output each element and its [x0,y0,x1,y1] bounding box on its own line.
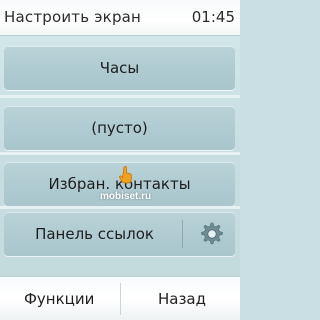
page-title: Настроить экран [4,8,142,26]
divider [0,206,240,209]
menu-item-label: Часы [99,59,140,77]
clock: 01:45 [191,8,235,26]
watermark-text: mobiset.ru [100,191,152,202]
menu-item-shortcuts-bar[interactable]: Панель ссылок [4,212,235,256]
softkey-divider [120,283,121,315]
softkey-bar: Функции Назад [0,276,240,320]
gear-icon[interactable] [197,220,225,248]
menu-item-empty[interactable]: (пусто) [4,106,235,150]
vertical-divider [182,220,183,248]
divider [0,152,240,155]
options-softkey[interactable]: Функции [24,277,94,320]
hand-pointer-icon [119,166,132,184]
home-screen-settings: Настроить экран 01:45 Часы (пусто) Избра… [0,0,240,320]
menu-item-clock[interactable]: Часы [4,46,235,90]
menu-item-label: (пусто) [91,119,148,137]
divider [0,95,240,98]
menu-item-label: Панель ссылок [35,225,154,243]
back-softkey[interactable]: Назад [158,277,206,320]
status-bar: Настроить экран 01:45 [0,0,240,36]
